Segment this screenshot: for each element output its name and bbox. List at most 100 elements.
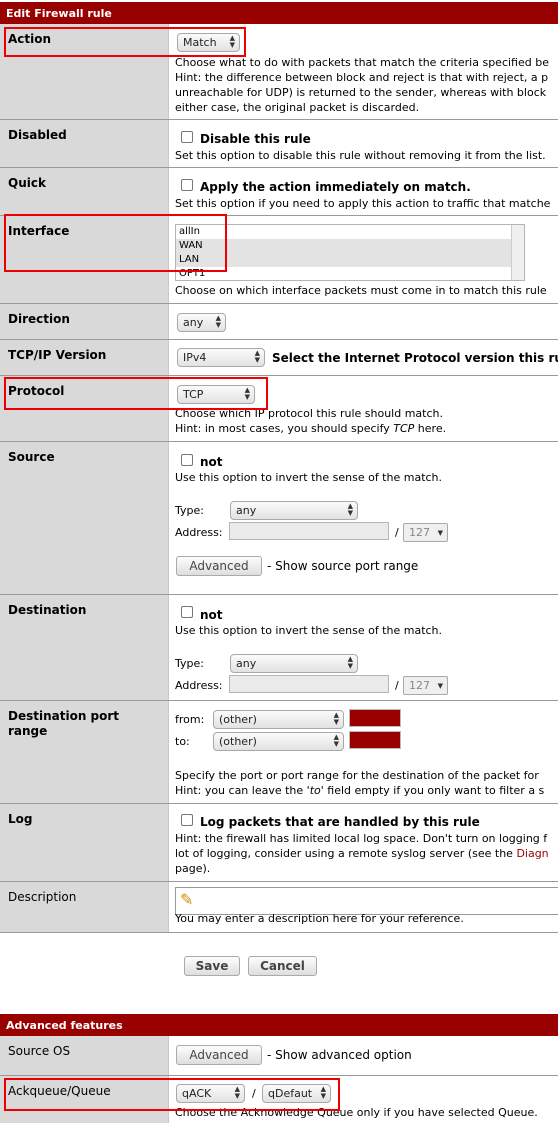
dropdown-arrow-icon: ▼: [437, 529, 443, 537]
destination-help: Use this option to invert the sense of t…: [175, 624, 443, 637]
row-quick: Quick Apply the action immediately on ma…: [0, 168, 558, 216]
save-button[interactable]: Save: [184, 956, 240, 976]
interface-listbox[interactable]: allIn WAN LAN OPT1: [175, 224, 525, 281]
dport-from-input[interactable]: [349, 709, 401, 727]
pencil-icon: ✎: [180, 890, 194, 909]
destination-not-checkbox[interactable]: [181, 606, 193, 618]
destination-mask-select[interactable]: 127 ▼: [403, 676, 448, 695]
source-address-input[interactable]: [229, 522, 389, 540]
dport-to-label: to:: [175, 735, 190, 748]
ipversion-select[interactable]: IPv4 ▲ ▼: [177, 348, 265, 367]
dport-from-value: (other): [219, 713, 257, 726]
row-disabled: Disabled Disable this rule Set this opti…: [0, 120, 558, 168]
direction-select[interactable]: any ▲ ▼: [177, 313, 226, 332]
stepper-arrows-icon: ▲ ▼: [320, 1085, 326, 1100]
protocol-select[interactable]: TCP ▲ ▼: [177, 385, 255, 404]
interface-option[interactable]: LAN: [176, 253, 524, 267]
ackqueue-select[interactable]: qACK ▲ ▼: [176, 1084, 245, 1103]
interface-option[interactable]: allIn: [176, 225, 524, 239]
source-advanced-button[interactable]: Advanced: [176, 556, 262, 576]
ipversion-help: Select the Internet Protocol version thi…: [272, 351, 558, 365]
dport-to-select[interactable]: (other) ▲ ▼: [213, 732, 344, 751]
dport-from-label: from:: [175, 713, 205, 726]
source-type-select[interactable]: any ▲ ▼: [230, 501, 358, 520]
row-destination: Destination not Use this option to inver…: [0, 595, 558, 701]
disable-rule-checkbox[interactable]: [181, 131, 193, 143]
quick-text: Apply the action immediately on match.: [200, 180, 471, 194]
destination-type-value: any: [236, 657, 257, 670]
stepper-arrows-icon: ▲ ▼: [234, 1085, 240, 1100]
row-sourceos: Source OS Advanced - Show advanced optio…: [0, 1036, 558, 1076]
direction-label: Direction: [0, 304, 169, 339]
section-title: Edit Firewall rule: [6, 7, 112, 20]
destination-label: Destination: [0, 595, 169, 700]
sourceos-label: Source OS: [0, 1036, 169, 1075]
protocol-help-2-emph: TCP: [393, 422, 415, 435]
row-description: Description ✎ You may enter a descriptio…: [0, 882, 558, 933]
dport-label: Destination port range: [0, 701, 169, 803]
quick-help: Set this option if you need to apply thi…: [175, 197, 551, 210]
disabled-label: Disabled: [0, 120, 169, 167]
destination-type-label: Type:: [175, 657, 204, 670]
section-header: Edit Firewall rule: [0, 2, 558, 24]
disable-rule-text: Disable this rule: [200, 132, 311, 146]
destination-address-label: Address:: [175, 679, 223, 692]
destination-slash: /: [395, 679, 399, 692]
protocol-help-1: Choose which IP protocol this rule shoul…: [175, 407, 443, 420]
row-queue: Ackqueue/Queue qACK ▲ ▼ / qDefaut ▲ ▼ Choo…: [0, 1076, 558, 1123]
action-help-3: unreachable for UDP) is returned to the …: [175, 86, 547, 99]
description-help: You may enter a description here for you…: [175, 912, 464, 925]
stepper-arrows-icon: ▲ ▼: [347, 655, 353, 670]
action-label: Action: [0, 24, 169, 119]
dport-help-2: Hint: you can leave the 'to' field empty…: [175, 783, 544, 798]
interface-label: Interface: [0, 216, 169, 303]
interface-scrollbar[interactable]: [511, 225, 524, 280]
description-label: Description: [0, 882, 169, 932]
action-select[interactable]: Match ▲ ▼: [177, 33, 240, 52]
log-help-3: page).: [175, 862, 211, 875]
row-direction: Direction any ▲ ▼: [0, 304, 558, 340]
queue-slash: /: [252, 1087, 256, 1100]
cancel-button[interactable]: Cancel: [248, 956, 317, 976]
dport-help-2-tail: field empty if you only want to filter a…: [323, 784, 545, 797]
ipversion-select-value: IPv4: [183, 351, 207, 364]
queue-label: Ackqueue/Queue: [0, 1076, 169, 1123]
row-action: Action Match ▲ ▼ Choose what to do with p…: [0, 24, 558, 120]
source-mask-value: 127: [409, 526, 430, 539]
dport-to-input[interactable]: [349, 731, 401, 749]
destination-mask-value: 127: [409, 679, 430, 692]
interface-option[interactable]: OPT1: [176, 267, 524, 280]
diagnostics-link[interactable]: Diagn: [516, 847, 548, 860]
disabled-help: Set this option to disable this rule wit…: [175, 149, 546, 162]
source-type-label: Type:: [175, 504, 204, 517]
dport-from-select[interactable]: (other) ▲ ▼: [213, 710, 344, 729]
source-slash: /: [395, 526, 399, 539]
row-protocol: Protocol TCP ▲ ▼ Choose which IP protocol…: [0, 376, 558, 442]
stepper-arrows-icon: ▲ ▼: [333, 711, 339, 726]
source-type-value: any: [236, 504, 257, 517]
quick-label: Quick: [0, 168, 169, 215]
sourceos-advanced-button[interactable]: Advanced: [176, 1045, 262, 1065]
dport-help-2-text: Hint: you can leave the: [175, 784, 307, 797]
source-not-checkbox[interactable]: [181, 454, 193, 466]
protocol-help-2: Hint: in most cases, you should specify …: [175, 421, 446, 436]
row-ipversion: TCP/IP Version IPv4 ▲ ▼ Select the Intern…: [0, 340, 558, 376]
source-mask-select[interactable]: 127 ▼: [403, 523, 448, 542]
quick-checkbox[interactable]: [181, 179, 193, 191]
log-help-1: Hint: the firewall has limited local log…: [175, 832, 548, 845]
interface-option[interactable]: WAN: [176, 239, 524, 253]
dport-to-value: (other): [219, 735, 257, 748]
destination-address-input[interactable]: [229, 675, 389, 693]
action-help-1: Choose what to do with packets that matc…: [175, 56, 549, 69]
row-log: Log Log packets that are handled by this…: [0, 804, 558, 882]
queue-select[interactable]: qDefaut ▲ ▼: [262, 1084, 331, 1103]
destination-type-select[interactable]: any ▲ ▼: [230, 654, 358, 673]
stepper-arrows-icon: ▲ ▼: [347, 502, 353, 517]
destination-not-label: not: [200, 608, 223, 622]
row-interface: Interface allIn WAN LAN OPT1 Choose on w…: [0, 216, 558, 304]
row-source: Source not Use this option to invert the…: [0, 442, 558, 595]
queue-value: qDefaut: [268, 1087, 313, 1100]
sourceos-advanced-text: - Show advanced option: [267, 1048, 412, 1062]
source-label: Source: [0, 442, 169, 594]
log-checkbox[interactable]: [181, 814, 193, 826]
